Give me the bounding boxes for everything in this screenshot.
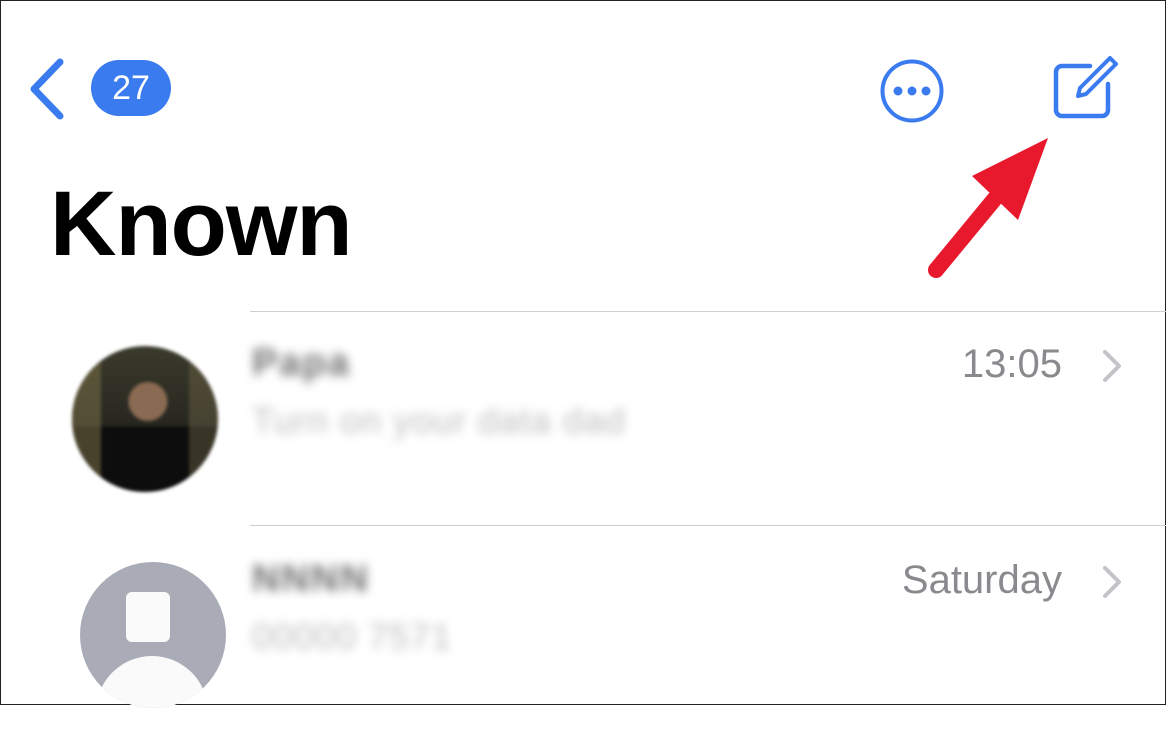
- message-preview: 00000 7571: [252, 616, 453, 657]
- chevron-right-icon: [1103, 566, 1121, 598]
- avatar: [80, 562, 226, 708]
- person-head-shape: [126, 592, 170, 642]
- timestamp: 13:05: [961, 342, 1062, 386]
- arrow-icon: [928, 138, 1048, 278]
- chevron-right-icon: [1103, 350, 1121, 382]
- page-title: Known: [50, 173, 353, 275]
- compose-icon[interactable]: [1050, 52, 1122, 122]
- contact-name: NNNN: [252, 558, 370, 600]
- avatar: [72, 346, 218, 492]
- message-preview: Turn on your data dad: [252, 400, 626, 441]
- chevron-left-icon[interactable]: [26, 58, 70, 120]
- timestamp: Saturday: [901, 558, 1062, 602]
- ellipsis-circle-icon[interactable]: [879, 58, 945, 124]
- person-body-shape: [96, 656, 208, 708]
- contact-name: Papa: [252, 342, 351, 384]
- conversation-row[interactable]: Papa Turn on your data dad 13:05: [0, 312, 1166, 526]
- unread-count-badge[interactable]: 27: [91, 60, 171, 116]
- conversation-row[interactable]: NNNN 00000 7571 Saturday: [0, 526, 1166, 740]
